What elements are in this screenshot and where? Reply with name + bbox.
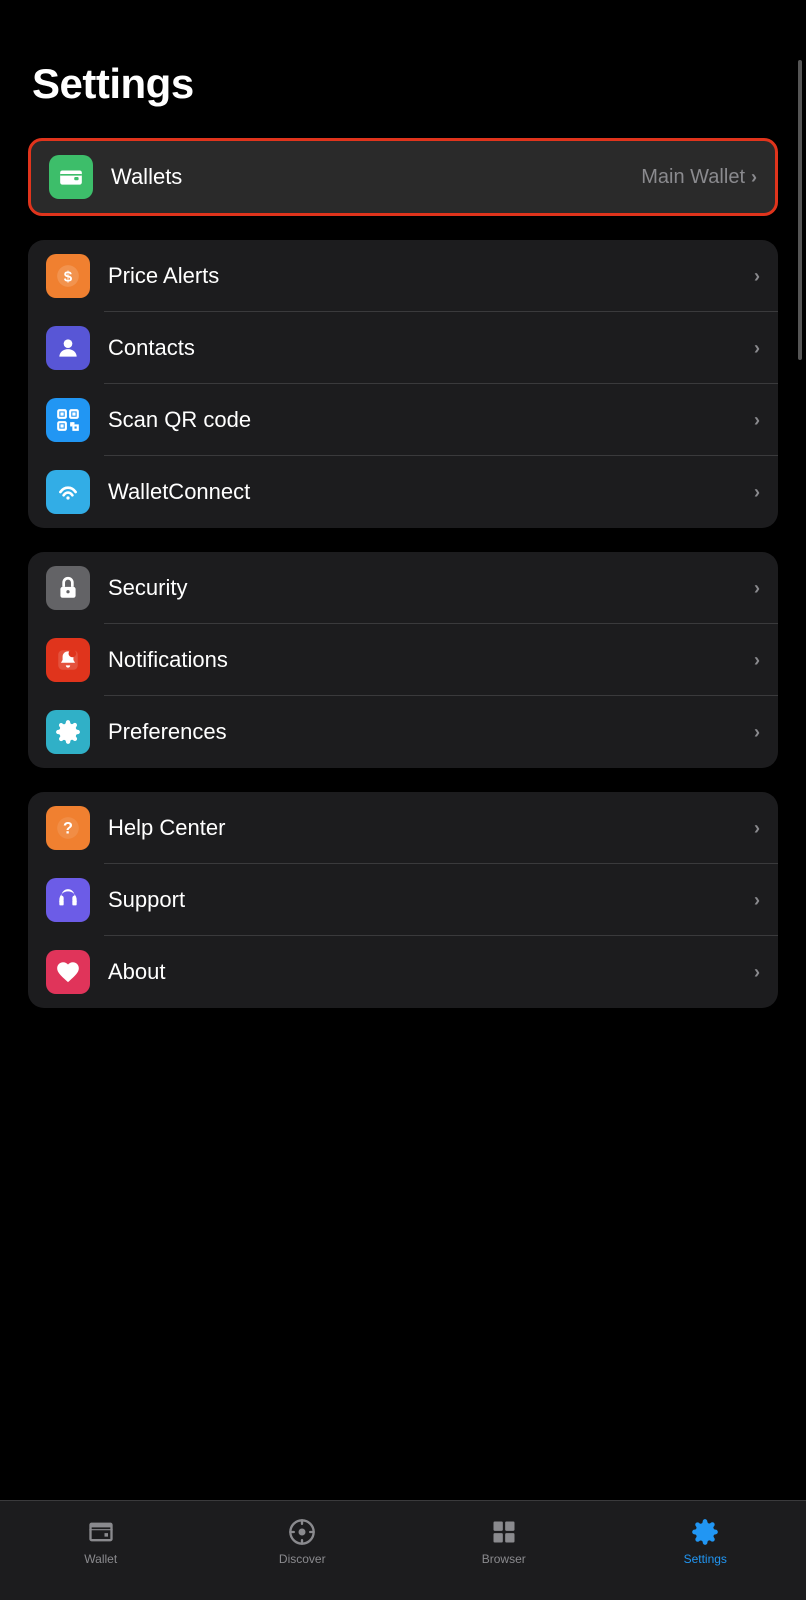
about-row[interactable]: About › — [28, 936, 778, 1008]
settings-tab-label: Settings — [684, 1552, 727, 1566]
about-chevron: › — [754, 962, 760, 983]
main-content: Settings Wallets Main Wallet › — [0, 0, 806, 1600]
wallets-chevron: › — [751, 167, 757, 188]
walletconnect-row[interactable]: WalletConnect › — [28, 456, 778, 528]
price-alerts-label: Price Alerts — [108, 263, 754, 289]
wallet-tab-icon — [85, 1516, 117, 1548]
walletconnect-chevron: › — [754, 482, 760, 503]
walletconnect-label: WalletConnect — [108, 479, 754, 505]
contacts-label: Contacts — [108, 335, 754, 361]
wallet-icon — [49, 155, 93, 199]
header: Settings — [0, 0, 806, 128]
discover-tab-label: Discover — [279, 1552, 326, 1566]
scan-qr-chevron: › — [754, 410, 760, 431]
gear-icon — [46, 710, 90, 754]
lock-icon — [46, 566, 90, 610]
about-label: About — [108, 959, 754, 985]
connect-icon — [46, 470, 90, 514]
preferences-chevron: › — [754, 722, 760, 743]
svg-text:$: $ — [64, 268, 73, 285]
help-center-row[interactable]: ? Help Center › — [28, 792, 778, 864]
scrollbar — [798, 60, 802, 360]
qr-icon — [46, 398, 90, 442]
security-row[interactable]: Security › — [28, 552, 778, 624]
group3: ? Help Center › Support › — [28, 792, 778, 1008]
security-label: Security — [108, 575, 754, 601]
person-icon — [46, 326, 90, 370]
bell-icon — [46, 638, 90, 682]
wallets-label: Wallets — [111, 164, 641, 190]
support-row[interactable]: Support › — [28, 864, 778, 936]
price-alerts-chevron: › — [754, 266, 760, 287]
notifications-label: Notifications — [108, 647, 754, 673]
browser-tab-label: Browser — [482, 1552, 526, 1566]
support-label: Support — [108, 887, 754, 913]
settings-tab-icon — [689, 1516, 721, 1548]
browser-tab-icon — [488, 1516, 520, 1548]
question-icon: ? — [46, 806, 90, 850]
headphone-icon — [46, 878, 90, 922]
page-title: Settings — [32, 60, 774, 108]
preferences-label: Preferences — [108, 719, 754, 745]
wallets-value: Main Wallet — [641, 166, 745, 189]
group1: $ Price Alerts › Contacts › — [28, 240, 778, 528]
help-center-label: Help Center — [108, 815, 754, 841]
heart-icon — [46, 950, 90, 994]
support-chevron: › — [754, 890, 760, 911]
svg-text:?: ? — [63, 819, 73, 837]
wallets-section: Wallets Main Wallet › — [28, 138, 778, 216]
dollar-icon: $ — [46, 254, 90, 298]
price-alerts-row[interactable]: $ Price Alerts › — [28, 240, 778, 312]
tab-settings[interactable]: Settings — [605, 1516, 806, 1566]
settings-page: Settings Wallets Main Wallet › — [0, 0, 806, 1600]
wallet-tab-label: Wallet — [84, 1552, 117, 1566]
tab-bar: Wallet Discover B — [0, 1500, 806, 1600]
contacts-chevron: › — [754, 338, 760, 359]
contacts-row[interactable]: Contacts › — [28, 312, 778, 384]
help-center-chevron: › — [754, 818, 760, 839]
discover-tab-icon — [286, 1516, 318, 1548]
notifications-chevron: › — [754, 650, 760, 671]
tab-browser[interactable]: Browser — [403, 1516, 605, 1566]
security-chevron: › — [754, 578, 760, 599]
tab-discover[interactable]: Discover — [202, 1516, 404, 1566]
scan-qr-label: Scan QR code — [108, 407, 754, 433]
notifications-row[interactable]: Notifications › — [28, 624, 778, 696]
preferences-row[interactable]: Preferences › — [28, 696, 778, 768]
group2: Security › Notifications › — [28, 552, 778, 768]
tab-wallet[interactable]: Wallet — [0, 1516, 202, 1566]
wallets-row[interactable]: Wallets Main Wallet › — [28, 138, 778, 216]
scan-qr-row[interactable]: Scan QR code › — [28, 384, 778, 456]
